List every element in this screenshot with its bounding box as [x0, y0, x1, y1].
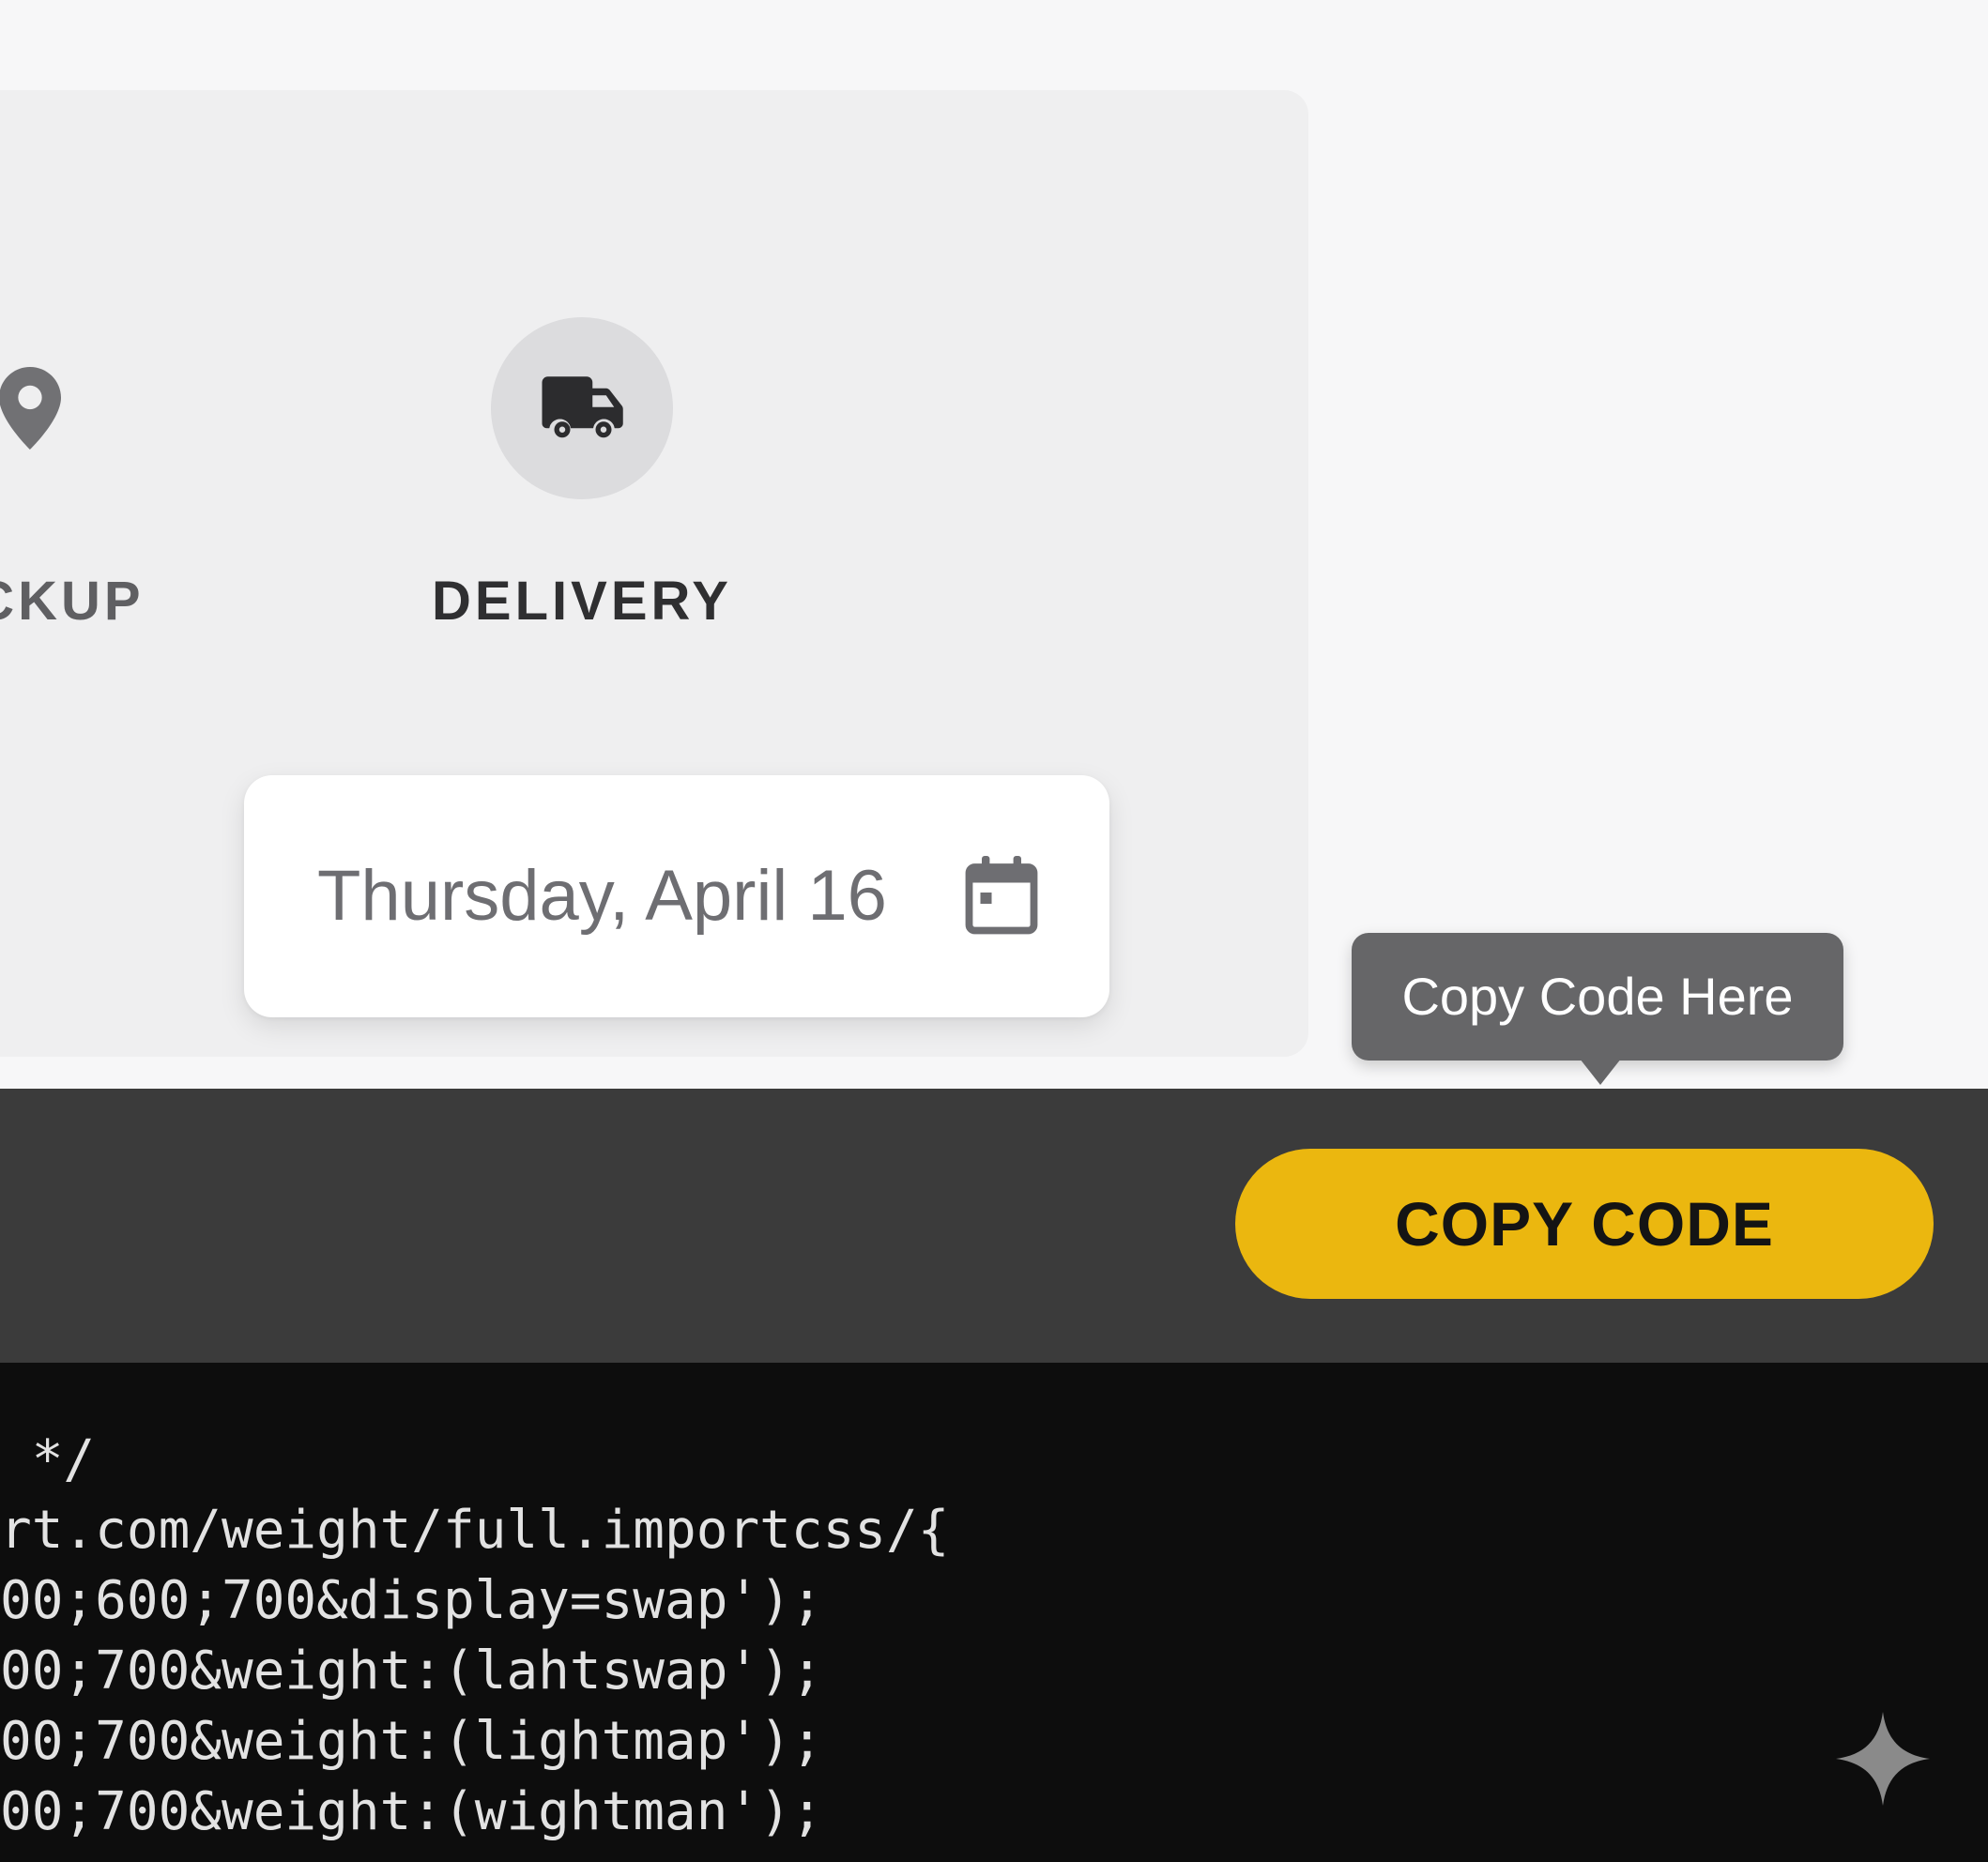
calendar-icon[interactable]	[965, 856, 1038, 935]
delivery-label: DELIVERY	[432, 571, 732, 632]
code-lines: */ rt.com/weight/full.importcss/{ 00;600…	[0, 1425, 949, 1847]
tooltip-arrow	[1580, 1059, 1621, 1085]
pickup-label: PICKUP	[0, 571, 145, 632]
fulfillment-options-card: PICKUP DELIVERY Thursday, April 16	[0, 90, 1308, 1057]
copy-code-tooltip: Copy Code Here	[1352, 933, 1843, 1061]
pickup-option[interactable]: PICKUP	[0, 317, 208, 629]
code-line: 00;700&weight:(wightman');	[0, 1781, 823, 1842]
copy-code-button-label: COPY CODE	[1395, 1189, 1774, 1259]
code-line: 00;600;700&display=swap');	[0, 1570, 823, 1631]
code-line: */	[0, 1429, 96, 1490]
tooltip-text: Copy Code Here	[1401, 967, 1794, 1026]
delivery-option[interactable]: DELIVERY	[404, 317, 760, 629]
delivery-icon-wrapper	[491, 317, 673, 499]
code-toolbar: COPY CODE	[0, 1089, 1988, 1363]
location-pin-icon	[0, 367, 61, 450]
code-line: rt.com/weight/full.importcss/{	[0, 1500, 950, 1561]
delivery-date-picker[interactable]: Thursday, April 16	[244, 775, 1109, 1017]
top-area: PICKUP DELIVERY Thursday, April 16	[0, 0, 1988, 1089]
code-line: 00;700&weight:(lightmap');	[0, 1711, 823, 1772]
copy-code-button[interactable]: COPY CODE	[1235, 1149, 1934, 1299]
code-block[interactable]: */ rt.com/weight/full.importcss/{ 00;600…	[0, 1363, 1988, 1862]
pickup-icon-wrapper	[0, 317, 121, 499]
code-line: 00;700&weight:(lahtswap');	[0, 1641, 823, 1702]
delivery-truck-icon	[542, 376, 623, 438]
delivery-date-value: Thursday, April 16	[317, 856, 887, 936]
sparkle-icon	[1836, 1712, 1930, 1806]
